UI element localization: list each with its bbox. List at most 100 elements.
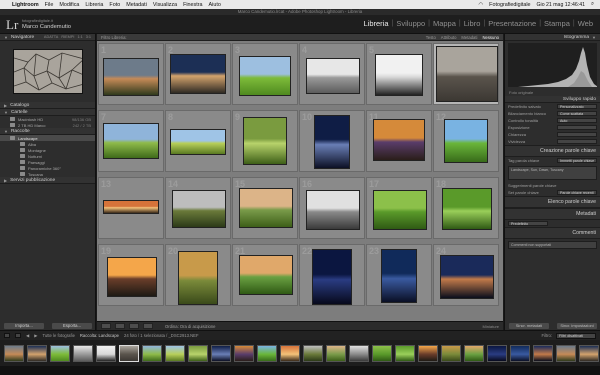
menu-file[interactable]: File: [45, 2, 54, 8]
filmstrip-thumbnail[interactable]: [395, 344, 415, 362]
module-mappa[interactable]: Mappa: [430, 19, 459, 28]
photo-thumbnail[interactable]: [306, 58, 360, 94]
grid-cell[interactable]: 10: [299, 110, 365, 172]
qd-wb-select[interactable]: Come scattata: [557, 111, 597, 116]
filmstrip-thumbnail[interactable]: [50, 344, 70, 362]
filter-metadata[interactable]: Metadati: [461, 35, 477, 40]
filmstrip-thumbnail[interactable]: [556, 344, 576, 362]
zoom-1to1[interactable]: 1:1: [77, 35, 82, 39]
qd-tone-button[interactable]: Auto: [557, 118, 597, 123]
folders-header[interactable]: ▼ Cartelle: [0, 109, 95, 116]
filmstrip-thumbnail[interactable]: [165, 344, 185, 362]
photo-thumbnail[interactable]: [239, 255, 293, 295]
photo-thumbnail[interactable]: [306, 190, 360, 230]
menubar-user[interactable]: Fotografiedigitale: [489, 2, 530, 8]
filmstrip-forward-icon[interactable]: ▶: [34, 333, 37, 338]
navigator-preview[interactable]: [12, 49, 83, 94]
clock[interactable]: Gio 21 mag 12:46:41: [537, 2, 585, 8]
grid-cell[interactable]: 19: [98, 244, 164, 306]
grid-cell[interactable]: 13: [98, 177, 164, 239]
menu-aiuto[interactable]: Aiuto: [209, 2, 221, 8]
photo-thumbnail[interactable]: [381, 249, 417, 303]
filmstrip-back-icon[interactable]: ◀: [26, 333, 29, 338]
zoom-3to1[interactable]: 3:1: [86, 35, 91, 39]
module-libreria[interactable]: Libreria: [361, 19, 392, 28]
menu-lightroom[interactable]: Lightroom: [12, 2, 39, 8]
qd-exposure-steppers[interactable]: [557, 125, 597, 130]
photo-thumbnail[interactable]: [170, 129, 226, 155]
photo-thumbnail[interactable]: [243, 117, 287, 165]
sync-settings-button[interactable]: Sincr. impostazioni: [557, 322, 597, 329]
menu-metadati[interactable]: Metadati: [126, 2, 147, 8]
filmstrip-thumbnail[interactable]: [441, 344, 461, 362]
sync-metadata-button[interactable]: Sincr. metadati: [509, 322, 549, 329]
filmstrip-thumbnail[interactable]: [326, 344, 346, 362]
grid-cell[interactable]: 4: [299, 43, 365, 105]
import-button[interactable]: Importa...: [4, 322, 44, 329]
filmstrip-thumbnail[interactable]: [188, 344, 208, 362]
photo-thumbnail[interactable]: [444, 119, 488, 163]
photo-thumbnail[interactable]: [375, 54, 423, 96]
photo-thumbnail[interactable]: [103, 200, 159, 214]
metadata-preset-select[interactable]: Predefinito: [508, 221, 548, 226]
photo-thumbnail[interactable]: [440, 255, 494, 299]
comments-header[interactable]: Commenti: [505, 227, 600, 239]
filter-text[interactable]: Testo: [426, 35, 436, 40]
grid-cell[interactable]: 22: [299, 244, 365, 306]
filter-none[interactable]: Nessuno: [482, 35, 499, 40]
filmstrip-thumbnail[interactable]: [510, 344, 530, 362]
module-stampa[interactable]: Stampa: [541, 19, 573, 28]
filmstrip-source-root[interactable]: Tutte le fotografie: [42, 333, 74, 338]
metadata-header[interactable]: Metadati: [505, 208, 600, 220]
module-web[interactable]: Web: [575, 19, 596, 28]
photo-thumbnail[interactable]: [239, 56, 291, 96]
grid-cell[interactable]: 11: [366, 110, 432, 172]
photo-thumbnail[interactable]: [172, 190, 226, 228]
grid-cell[interactable]: 9: [232, 110, 298, 172]
navigator-header[interactable]: ▼ Navigatore ADATTA RIEMPI 1:1 3:1: [0, 34, 95, 41]
filmstrip-thumbnail[interactable]: [96, 344, 116, 362]
photo-thumbnail[interactable]: [178, 251, 218, 305]
menu-visualizza[interactable]: Visualizza: [153, 2, 177, 8]
photo-thumbnail[interactable]: [170, 54, 226, 94]
filmstrip-thumbnail[interactable]: [119, 344, 139, 362]
photo-thumbnail[interactable]: [312, 249, 352, 305]
grid-cell[interactable]: 16: [299, 177, 365, 239]
menu-modifica[interactable]: Modifica: [59, 2, 79, 8]
filmstrip-thumbnail[interactable]: [464, 344, 484, 362]
filmstrip-thumbnail[interactable]: [487, 344, 507, 362]
survey-view-icon[interactable]: [143, 323, 153, 329]
filmstrip-thumbnail[interactable]: [303, 344, 323, 362]
grid-cell[interactable]: 7: [98, 110, 164, 172]
histogram-header[interactable]: Istogramma ▼: [505, 34, 600, 41]
photo-thumbnail[interactable]: [373, 119, 425, 161]
publish-services-header[interactable]: ▶ Servizi pubblicazione: [0, 177, 95, 184]
photo-thumbnail[interactable]: [107, 257, 157, 297]
menu-libreria[interactable]: Libreria: [85, 2, 103, 8]
menu-foto[interactable]: Foto: [109, 2, 120, 8]
filmstrip-thumbnail[interactable]: [142, 344, 162, 362]
filmstrip-thumbnail[interactable]: [579, 344, 599, 362]
grid-cell[interactable]: 14: [165, 177, 231, 239]
filmstrip-thumbnail[interactable]: [372, 344, 392, 362]
compare-view-icon[interactable]: [129, 323, 139, 329]
photo-thumbnail[interactable]: [239, 188, 293, 228]
catalog-header[interactable]: ▶ Catalogo: [0, 102, 95, 109]
grid-cell[interactable]: 2: [165, 43, 231, 105]
spotlight-icon[interactable]: ⌕: [591, 1, 594, 8]
grid-cell[interactable]: 8: [165, 110, 231, 172]
grid-cell[interactable]: 12: [433, 110, 499, 172]
filter-attribute[interactable]: Attributo: [441, 35, 457, 40]
photo-thumbnail[interactable]: [436, 46, 498, 102]
module-libro[interactable]: Libro: [461, 19, 484, 28]
thumbnail-size-label[interactable]: Miniature: [483, 324, 499, 329]
filmstrip-thumbnail[interactable]: [257, 344, 277, 362]
photo-thumbnail[interactable]: [314, 115, 350, 169]
grid-cell[interactable]: 17: [366, 177, 432, 239]
grid-mode-icon[interactable]: [15, 333, 21, 338]
photo-thumbnail[interactable]: [103, 123, 159, 159]
grid-cell[interactable]: 23: [366, 244, 432, 306]
keyword-set-select[interactable]: Parole chiave recenti: [557, 190, 597, 195]
module-presentazione[interactable]: Presentazione: [485, 19, 539, 28]
grid-cell[interactable]: 21: [232, 244, 298, 306]
